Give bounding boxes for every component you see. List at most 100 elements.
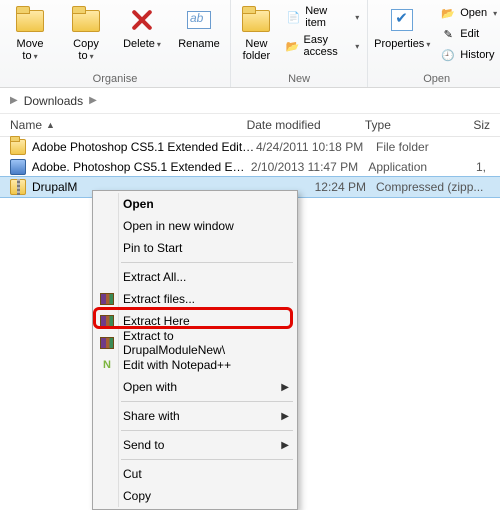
menu-extract-to-folder[interactable]: Extract to DrupalModuleNew\ (95, 332, 295, 354)
move-to-label: Moveto (17, 38, 44, 62)
file-size: 1, (476, 160, 490, 174)
menu-extract-files[interactable]: Extract files... (95, 288, 295, 310)
file-name: Adobe. Photoshop CS5.1 Extended Editio..… (32, 160, 251, 174)
winrar-icon (99, 291, 115, 307)
chevron-down-icon: ▾ (426, 40, 430, 49)
menu-open[interactable]: Open (95, 193, 295, 215)
open-icon: 📂 (440, 5, 456, 21)
chevron-down-icon: ▾ (157, 40, 161, 49)
new-folder-label: Newfolder (243, 38, 271, 62)
rename-label: Rename (178, 38, 220, 50)
col-name[interactable]: Name ▲ (10, 118, 247, 132)
menu-send-to[interactable]: Send to ▶ (95, 434, 295, 456)
delete-x-icon (126, 4, 158, 36)
menu-extractto-label: Extract to DrupalModuleNew\ (123, 329, 277, 357)
easy-access-label: Easy access (304, 34, 350, 58)
new-folder-icon (240, 4, 272, 36)
chevron-right-icon: ▶ (89, 95, 97, 106)
menu-sharewith-label: Share with (123, 409, 180, 423)
submenu-arrow-icon: ▶ (281, 440, 289, 451)
list-item[interactable]: Adobe. Photoshop CS5.1 Extended Editio..… (0, 157, 500, 177)
properties-label: Properties (374, 38, 424, 50)
menu-copy-label: Copy (123, 489, 151, 503)
file-name: Adobe Photoshop CS5.1 Extended Edition (32, 140, 256, 154)
properties-button[interactable]: Properties▾ (374, 2, 430, 51)
menu-cut[interactable]: Cut (95, 463, 295, 485)
edit-label: Edit (460, 28, 479, 40)
file-date: 4/24/2011 10:18 PM (256, 140, 376, 154)
group-open-label: Open (374, 73, 499, 85)
file-date: 2/10/2013 11:47 PM (251, 160, 368, 174)
copy-to-button[interactable]: Copyto▾ (62, 2, 110, 63)
chevron-down-icon: ▾ (355, 13, 359, 22)
menu-open-new-window[interactable]: Open in new window (95, 215, 295, 237)
context-menu: Open Open in new window Pin to Start Ext… (92, 190, 298, 510)
open-button[interactable]: 📂 Open ▾ (438, 4, 499, 22)
ribbon-group-new: Newfolder 📄New item▾ 📂Easy access▾ New (231, 0, 368, 87)
history-label: History (460, 49, 494, 61)
breadcrumb[interactable]: ▶ Downloads ▶ (0, 88, 500, 114)
menu-extract-all[interactable]: Extract All... (95, 266, 295, 288)
delete-button[interactable]: Delete▾ (118, 2, 166, 51)
history-button[interactable]: 🕘 History (438, 46, 499, 64)
folder-icon (10, 139, 26, 155)
submenu-arrow-icon: ▶ (281, 411, 289, 422)
menu-openwith-label: Open with (123, 380, 177, 394)
chevron-down-icon: ▾ (90, 52, 94, 61)
file-type: Application (368, 160, 476, 174)
menu-open-label: Open (123, 197, 154, 211)
new-item-icon: 📄 (286, 9, 301, 25)
col-type[interactable]: Type (365, 118, 473, 132)
submenu-arrow-icon: ▶ (281, 382, 289, 393)
menu-cut-label: Cut (123, 467, 142, 481)
properties-icon (386, 4, 418, 36)
menu-pin-to-start[interactable]: Pin to Start (95, 237, 295, 259)
history-icon: 🕘 (440, 47, 456, 63)
ribbon: Moveto▾ Copyto▾ Delete▾ ab Rename Organi… (0, 0, 500, 88)
rename-icon: ab (183, 4, 215, 36)
menu-separator (121, 262, 293, 263)
notepadpp-icon: N (99, 357, 115, 373)
menu-copy[interactable]: Copy (95, 485, 295, 507)
menu-separator (121, 430, 293, 431)
delete-label: Delete (123, 38, 155, 50)
zip-icon (10, 179, 26, 195)
chevron-down-icon: ▾ (34, 52, 38, 61)
chevron-down-icon: ▾ (355, 42, 359, 51)
chevron-down-icon: ▾ (493, 9, 497, 18)
column-headers: Name ▲ Date modified Type Siz (0, 114, 500, 137)
folder-move-icon (14, 4, 46, 36)
menu-extractall-label: Extract All... (123, 270, 186, 284)
move-to-button[interactable]: Moveto▾ (6, 2, 54, 63)
col-size[interactable]: Siz (473, 118, 490, 132)
edit-icon: ✎ (440, 26, 456, 42)
sort-asc-icon: ▲ (46, 120, 55, 130)
winrar-icon (99, 335, 115, 351)
application-icon (10, 159, 26, 175)
new-item-button[interactable]: 📄New item▾ (284, 4, 361, 30)
edit-button[interactable]: ✎ Edit (438, 25, 499, 43)
rename-button[interactable]: ab Rename (174, 2, 224, 50)
file-type: File folder (376, 140, 486, 154)
menu-open-with[interactable]: Open with ▶ (95, 376, 295, 398)
group-organise-label: Organise (6, 73, 224, 85)
ribbon-group-organise: Moveto▾ Copyto▾ Delete▾ ab Rename Organi… (0, 0, 231, 87)
group-new-label: New (237, 73, 361, 85)
menu-edit-notepadpp[interactable]: N Edit with Notepad++ (95, 354, 295, 376)
open-label: Open (460, 7, 487, 19)
breadcrumb-folder[interactable]: Downloads (24, 94, 83, 108)
menu-separator (121, 401, 293, 402)
list-item[interactable]: Adobe Photoshop CS5.1 Extended Edition 4… (0, 137, 500, 157)
winrar-icon (99, 313, 115, 329)
menu-npp-label: Edit with Notepad++ (123, 358, 231, 372)
menu-share-with[interactable]: Share with ▶ (95, 405, 295, 427)
new-folder-button[interactable]: Newfolder (237, 2, 276, 62)
easy-access-button[interactable]: 📂Easy access▾ (284, 33, 361, 59)
file-list: Adobe Photoshop CS5.1 Extended Edition 4… (0, 137, 500, 197)
menu-extractfiles-label: Extract files... (123, 292, 195, 306)
menu-opennew-label: Open in new window (123, 219, 234, 233)
menu-sendto-label: Send to (123, 438, 164, 452)
col-date[interactable]: Date modified (247, 118, 365, 132)
copy-to-label: Copyto (73, 38, 99, 62)
menu-pin-label: Pin to Start (123, 241, 182, 255)
